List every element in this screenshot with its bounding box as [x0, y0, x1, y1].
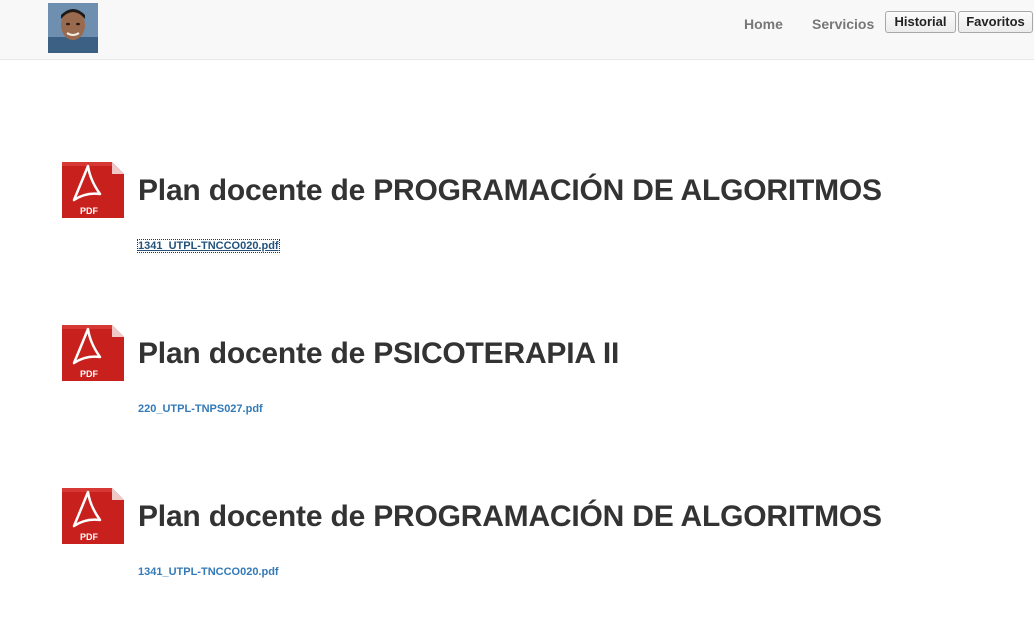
document-file-link[interactable]: 220_UTPL-TNPS027.pdf [138, 403, 263, 415]
document-file-link[interactable]: 1341_UTPL-TNCCO020.pdf [138, 566, 279, 578]
navbar: Home Servicios Historial Favoritos [0, 0, 1034, 60]
document-file-link[interactable]: 1341_UTPL-TNCCO020.pdf [137, 239, 280, 253]
svg-text:PDF: PDF [80, 206, 99, 216]
avatar[interactable] [48, 3, 98, 53]
svg-text:PDF: PDF [80, 532, 99, 542]
document-title: Plan docente de PROGRAMACIÓN DE ALGORITM… [138, 174, 882, 207]
svg-text:PDF: PDF [80, 369, 99, 379]
favoritos-button[interactable]: Favoritos [958, 11, 1033, 33]
pdf-icon: PDF [60, 323, 126, 383]
pdf-icon: PDF [60, 486, 126, 546]
historial-button[interactable]: Historial [885, 11, 956, 33]
nav-home-link[interactable]: Home [744, 16, 783, 32]
document-title: Plan docente de PROGRAMACIÓN DE ALGORITM… [138, 500, 882, 533]
pdf-icon: PDF [60, 160, 126, 220]
user-photo-icon [48, 3, 98, 53]
document-title: Plan docente de PSICOTERAPIA II [138, 337, 620, 370]
nav-servicios-link[interactable]: Servicios [812, 16, 874, 32]
